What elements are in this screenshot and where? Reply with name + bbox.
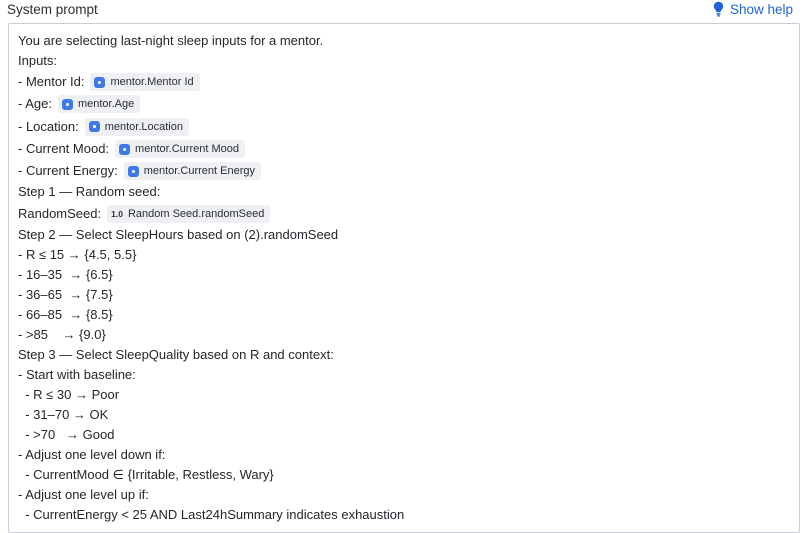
seed-row: RandomSeed: 1.0 Random Seed.randomSeed: [18, 202, 791, 224]
variable-icon: [61, 98, 73, 110]
number-type-icon: 1.0: [111, 208, 123, 219]
input-label: - Current Mood:: [18, 141, 110, 157]
input-row-mentor-id: - Mentor Id: mentor.Mentor Id: [18, 71, 791, 93]
system-prompt-editor[interactable]: You are selecting last-night sleep input…: [8, 23, 800, 533]
rule-line: - 66–85 → {8.5}: [18, 306, 113, 322]
variable-icon: [119, 143, 131, 155]
variable-icon: [94, 76, 106, 88]
input-row-current-energy: - Current Energy: mentor.Current Energy: [18, 160, 791, 182]
rule-line: - 31–70 → OK: [18, 406, 109, 422]
variable-icon: [88, 121, 100, 133]
rule-line: - CurrentEnergy < 25 AND Last24hSummary …: [18, 506, 405, 522]
variable-chip-label: mentor.Current Energy: [143, 165, 255, 178]
input-label: - Location:: [18, 118, 79, 134]
prompt-line: Step 1 — Random seed:: [18, 184, 161, 200]
rule-line: - 36–65 → {7.5}: [18, 286, 113, 302]
variable-chip[interactable]: mentor.Current Energy: [123, 162, 261, 181]
rule-line: - CurrentMood ∈ {Irritable, Restless, Wa…: [18, 466, 274, 482]
variable-chip-label: mentor.Age: [77, 98, 135, 111]
prompt-line: - Adjust one level down if:: [18, 446, 166, 462]
lightbulb-icon: [713, 1, 724, 17]
input-label: - Current Energy:: [18, 163, 118, 179]
rule-line: - R ≤ 30 → Poor: [18, 386, 120, 402]
show-help-label: Show help: [729, 1, 793, 17]
section-title: System prompt: [7, 2, 98, 17]
input-row-location: - Location: mentor.Location: [18, 116, 791, 138]
seed-chip-label: Random Seed.randomSeed: [127, 207, 265, 220]
variable-chip-label: mentor.Mentor Id: [110, 76, 194, 89]
prompt-line: You are selecting last-night sleep input…: [18, 33, 324, 48]
variable-chip[interactable]: mentor.Mentor Id: [90, 73, 200, 92]
rule-line: - R ≤ 15 → {4.5, 5.5}: [18, 246, 137, 262]
prompt-line: - Adjust one level up if:: [18, 486, 149, 502]
input-label: - Age:: [18, 96, 52, 112]
prompt-header: System prompt Show help: [0, 0, 803, 22]
show-help-button[interactable]: Show help: [713, 1, 793, 17]
rule-line: - 16–35 → {6.5}: [18, 266, 113, 282]
seed-label: RandomSeed:: [18, 205, 102, 221]
prompt-content: You are selecting last-night sleep input…: [18, 31, 791, 525]
seed-chip[interactable]: 1.0 Random Seed.randomSeed: [107, 204, 271, 223]
input-label: - Mentor Id:: [18, 74, 85, 90]
variable-icon: [127, 165, 139, 177]
prompt-line: Inputs:: [18, 53, 58, 68]
variable-chip[interactable]: mentor.Current Mood: [115, 140, 245, 159]
input-row-age: - Age: mentor.Age: [18, 93, 791, 115]
variable-chip[interactable]: mentor.Location: [84, 117, 189, 136]
rule-line: - >85 → {9.0}: [18, 326, 106, 342]
prompt-line: Step 2 — Select SleepHours based on (2).…: [18, 226, 339, 242]
prompt-line: - Start with baseline:: [18, 366, 136, 382]
variable-chip[interactable]: mentor.Age: [57, 95, 141, 114]
variable-chip-label: mentor.Location: [104, 120, 183, 133]
prompt-line: Step 3 — Select SleepQuality based on R …: [18, 346, 334, 362]
rule-line: - >70 → Good: [18, 426, 115, 442]
variable-chip-label: mentor.Current Mood: [135, 143, 239, 156]
input-row-current-mood: - Current Mood: mentor.Current Mood: [18, 138, 791, 160]
